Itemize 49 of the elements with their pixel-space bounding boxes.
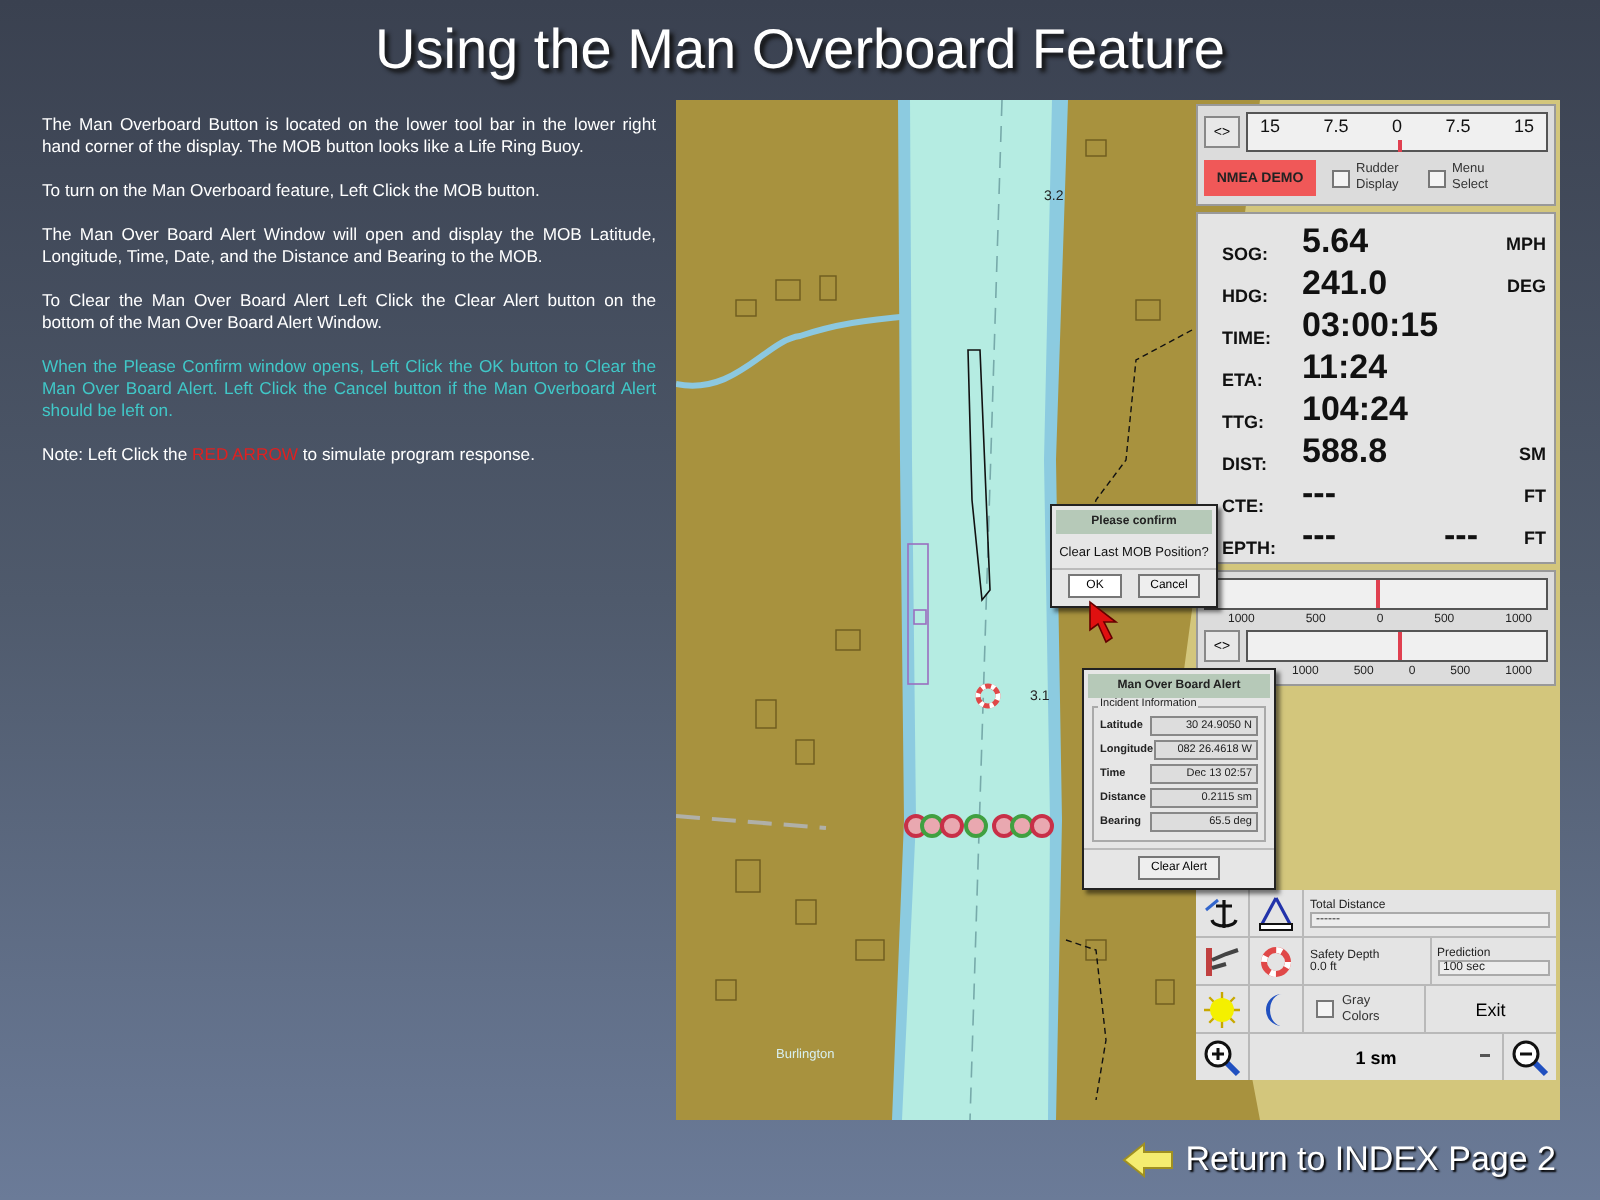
reading-label: CTE: <box>1220 494 1266 516</box>
reading-value: --- <box>1302 474 1336 514</box>
reading-label: TTG: <box>1220 410 1266 432</box>
reading-label: HDG: <box>1220 284 1270 306</box>
reading-label: ETA: <box>1220 368 1265 390</box>
reading-label: SOG: <box>1220 242 1271 264</box>
range-dropdown[interactable]: 1 sm <box>1250 1034 1502 1080</box>
instruction-paragraph: To turn on the Man Overboard feature, Left Click the MOB button. <box>42 180 542 202</box>
reading-unit: SM <box>1517 443 1546 463</box>
reading-unit: FT <box>1522 527 1546 547</box>
zoom-out-icon[interactable] <box>1504 1034 1556 1080</box>
arrow-icon <box>1121 1142 1174 1178</box>
instruction-paragraph: When the Please Confirm window opens, Left Click the OK button to Clear the Man Over Board Alert. Left Click the Cancel button if the Man Overboard Alert should be left on. <box>42 356 656 422</box>
scale-tick-label: 15 <box>1260 116 1281 136</box>
reading-label: TIME: <box>1220 326 1273 348</box>
instruction-paragraph: The Man Over Board Alert Window will open and display the MOB Latitude, Longitude, Time, Date, and the Distance and Bearing to the MOB. <box>42 224 656 268</box>
cursor-arrow-icon[interactable] <box>1088 600 1120 644</box>
reading-value: 241.0 <box>1302 264 1388 304</box>
reading-value: 104:24 <box>1302 390 1408 430</box>
life-ring-marker-icon <box>975 683 1001 709</box>
reading-value: 5.64 <box>1302 222 1369 262</box>
reading-unit: DEG <box>1504 275 1546 295</box>
checkbox[interactable] <box>1316 1000 1334 1018</box>
scale-tick-label: 15 <box>1513 116 1534 136</box>
instruction-paragraph: The Man Overboard Button is located on the lower tool bar in the lower right hand corner of the display. The MOB button looks like a Life Ring Buoy. <box>42 114 656 158</box>
scale-tick-label: 0 <box>1391 116 1402 136</box>
reading-value: --- <box>1302 516 1336 556</box>
reading-unit: MPH <box>1504 233 1546 253</box>
instruction-paragraph: To Clear the Man Over Board Alert Left Click the Clear Alert button on the bottom of the Man Over Board Alert Window. <box>42 290 656 334</box>
note-text: Note: Left Click the RED ARROW to simulate program response. <box>42 444 537 466</box>
caret-icon <box>1480 1054 1490 1060</box>
exit-button[interactable]: Exit <box>1425 986 1556 1032</box>
life-ring-icon[interactable] <box>1250 938 1302 984</box>
scale-tick-label: 7.5 <box>1323 116 1349 136</box>
moon-icon[interactable] <box>1250 986 1302 1032</box>
checkbox[interactable] <box>1428 169 1446 187</box>
zoom-in-icon[interactable] <box>1196 1034 1248 1080</box>
reading-value: --- <box>1444 516 1478 556</box>
pointing-hand-icon[interactable] <box>1196 938 1248 984</box>
anchor-icon[interactable] <box>1196 890 1248 936</box>
reading-unit: FT <box>1522 485 1546 505</box>
reading-value: 11:24 <box>1302 348 1388 388</box>
reading-value: 588.8 <box>1302 432 1388 472</box>
scale-tick-label: 7.5 <box>1445 116 1471 136</box>
reading-label: DIST: <box>1220 452 1269 474</box>
return-index-link[interactable]: Return to INDEX Page 2 <box>1121 1140 1556 1180</box>
page-title: Using the Man Overboard Feature <box>375 18 1225 82</box>
reading-value: 03:00:15 <box>1302 306 1439 346</box>
checkbox[interactable] <box>1332 169 1350 187</box>
